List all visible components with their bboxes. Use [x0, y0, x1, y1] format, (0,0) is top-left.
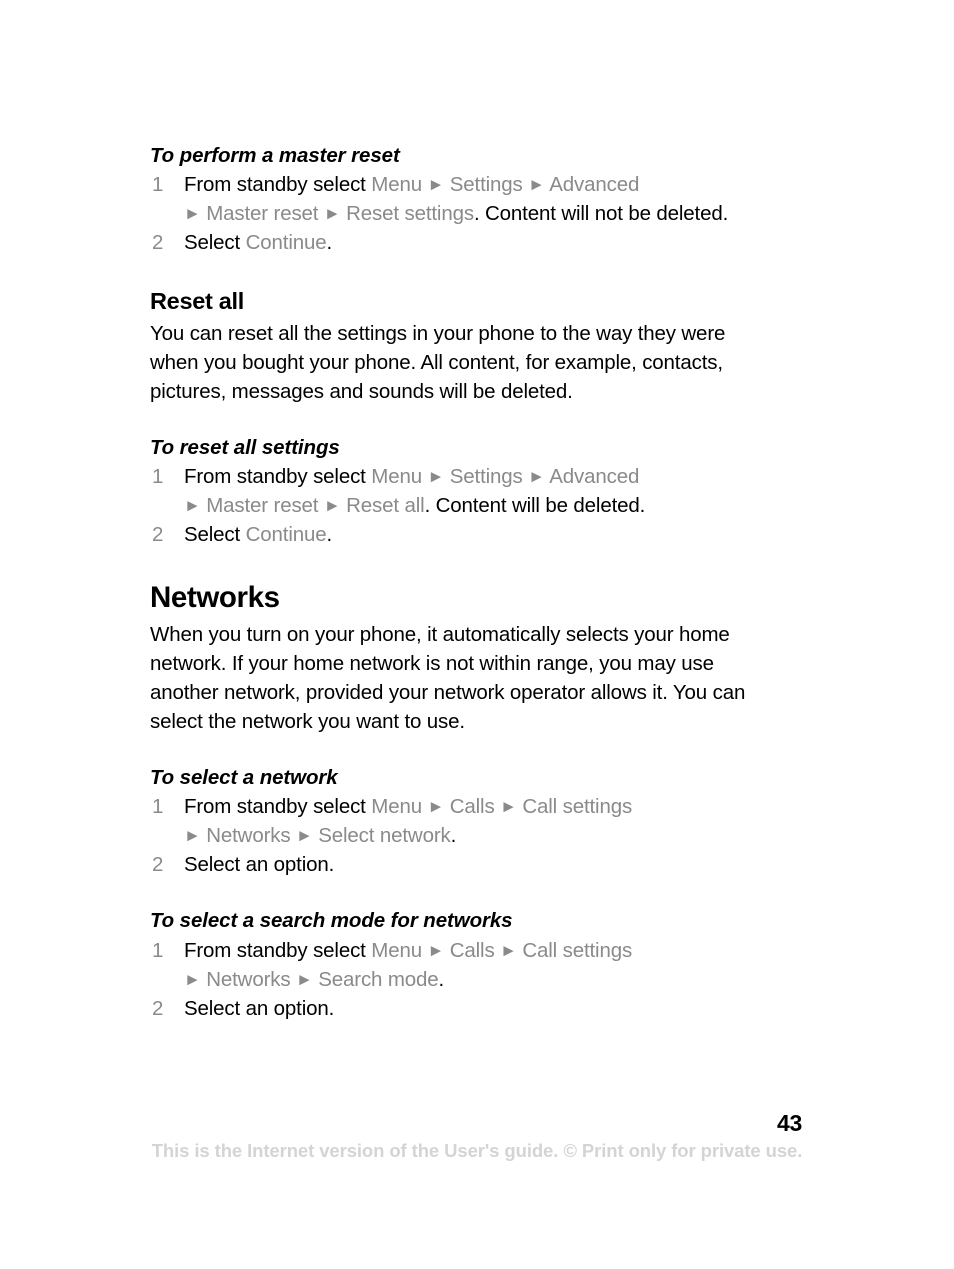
- steps-master-reset: 1 From standby select Menu ► Settings ► A…: [150, 170, 778, 257]
- section-body-networks: When you turn on your phone, it automati…: [150, 622, 746, 733]
- menu-path-networks: Networks: [206, 967, 291, 991]
- step-item: 2 Select an option.: [150, 850, 778, 879]
- step-item: 2 Select Continue.: [150, 228, 778, 257]
- step-item: 2 Select an option.: [150, 994, 778, 1023]
- menu-path-menu: Menu: [371, 795, 422, 819]
- step-lead-text: From standby select: [184, 173, 372, 197]
- menu-path-master-reset: Master reset: [206, 202, 319, 226]
- step-number: 2: [152, 996, 164, 1020]
- menu-path-reset-all: Reset all: [346, 494, 425, 518]
- step-lead-text: From standby select: [184, 938, 372, 962]
- step-number: 2: [152, 853, 164, 877]
- step-lead-text: From standby select: [184, 465, 372, 489]
- menu-path-calls: Calls: [449, 795, 495, 819]
- arrow-right-icon: ►: [296, 826, 313, 846]
- footer-copyright-note: This is the Internet version of the User…: [151, 1140, 803, 1161]
- menu-path-call-settings: Call settings: [522, 938, 633, 962]
- step-item: 1 From standby select Menu ► Calls ► Call…: [150, 792, 778, 850]
- section-heading-networks: Networks: [150, 581, 280, 615]
- menu-path-menu: Menu: [371, 465, 422, 489]
- menu-path-advanced: Advanced: [549, 173, 640, 197]
- steps-reset-all-settings: 1 From standby select Menu ► Settings ► A…: [150, 462, 778, 549]
- menu-path-networks: Networks: [206, 824, 291, 848]
- step-tail-text: .: [438, 967, 445, 991]
- step-number: 2: [152, 523, 164, 547]
- procedure-heading-master-reset: To perform a master reset: [150, 144, 400, 167]
- arrow-right-icon: ►: [184, 496, 201, 516]
- step-lead-text: From standby select: [184, 795, 372, 819]
- menu-path-search-mode: Search mode: [318, 967, 439, 991]
- arrow-right-icon: ►: [500, 797, 517, 817]
- step-tail-text: . Content will not be deleted.: [473, 202, 729, 226]
- step-number: 1: [152, 795, 164, 819]
- step-number: 1: [152, 938, 164, 962]
- step-tail-text: . Content will be deleted.: [424, 494, 646, 518]
- step-continuation: ► Networks ► Select network.: [184, 821, 778, 850]
- page-number: 43: [777, 1110, 802, 1136]
- page-content: To perform a master reset 1 From standby …: [150, 142, 778, 1023]
- arrow-right-icon: ►: [323, 204, 341, 224]
- procedure-heading-reset-all-settings: To reset all settings: [150, 435, 340, 459]
- arrow-right-icon: ►: [184, 826, 201, 846]
- arrow-right-icon: ►: [427, 467, 445, 487]
- menu-path-menu: Menu: [371, 938, 422, 962]
- step-item: 2 Select Continue.: [150, 520, 778, 549]
- step-number: 1: [152, 465, 164, 489]
- step-item: 1 From standby select Menu ► Settings ► A…: [150, 462, 778, 520]
- step-tail-text: .: [450, 824, 457, 848]
- document-page: To perform a master reset 1 From standby …: [0, 0, 954, 1269]
- step-lead-text: Select: [184, 523, 246, 547]
- menu-path-advanced: Advanced: [549, 465, 640, 489]
- step-number: 1: [152, 173, 164, 197]
- arrow-right-icon: ►: [528, 467, 545, 487]
- arrow-right-icon: ►: [323, 496, 341, 516]
- menu-path-settings: Settings: [449, 465, 523, 489]
- steps-select-network: 1 From standby select Menu ► Calls ► Call…: [150, 792, 778, 879]
- arrow-right-icon: ►: [184, 204, 201, 224]
- section-heading-reset-all: Reset all: [150, 288, 244, 315]
- arrow-right-icon: ►: [427, 797, 445, 817]
- menu-path-master-reset: Master reset: [206, 494, 319, 518]
- arrow-right-icon: ►: [528, 175, 545, 195]
- step-item: 1 From standby select Menu ► Settings ► A…: [150, 170, 778, 228]
- menu-path-select-network: Select network: [318, 824, 451, 848]
- step-tail-text: .: [326, 523, 333, 547]
- menu-path-calls: Calls: [449, 938, 495, 962]
- menu-path-continue: Continue: [245, 523, 327, 547]
- step-tail-text: .: [326, 231, 333, 255]
- arrow-right-icon: ►: [296, 969, 313, 989]
- menu-path-menu: Menu: [371, 173, 422, 197]
- steps-search-mode: 1 From standby select Menu ► Calls ► Call…: [150, 936, 778, 1023]
- procedure-heading-search-mode: To select a search mode for networks: [150, 909, 513, 933]
- procedure-heading-select-network: To select a network: [150, 765, 338, 789]
- arrow-right-icon: ►: [427, 940, 445, 960]
- step-continuation: ► Master reset ► Reset all. Content will…: [184, 491, 778, 520]
- menu-path-reset-settings: Reset settings: [346, 202, 474, 226]
- step-lead-text: Select: [184, 231, 246, 255]
- menu-path-continue: Continue: [245, 231, 327, 255]
- section-body-reset-all: You can reset all the settings in your p…: [150, 321, 726, 403]
- step-continuation: ► Networks ► Search mode.: [184, 965, 778, 994]
- arrow-right-icon: ►: [500, 940, 517, 960]
- step-continuation: ► Master reset ► Reset settings. Content…: [184, 199, 778, 228]
- step-number: 2: [152, 231, 164, 255]
- arrow-right-icon: ►: [427, 175, 445, 195]
- step-text: Select an option.: [184, 853, 335, 877]
- step-text: Select an option.: [184, 996, 335, 1020]
- step-item: 1 From standby select Menu ► Calls ► Call…: [150, 936, 778, 994]
- menu-path-call-settings: Call settings: [522, 795, 633, 819]
- menu-path-settings: Settings: [449, 173, 523, 197]
- arrow-right-icon: ►: [184, 969, 201, 989]
